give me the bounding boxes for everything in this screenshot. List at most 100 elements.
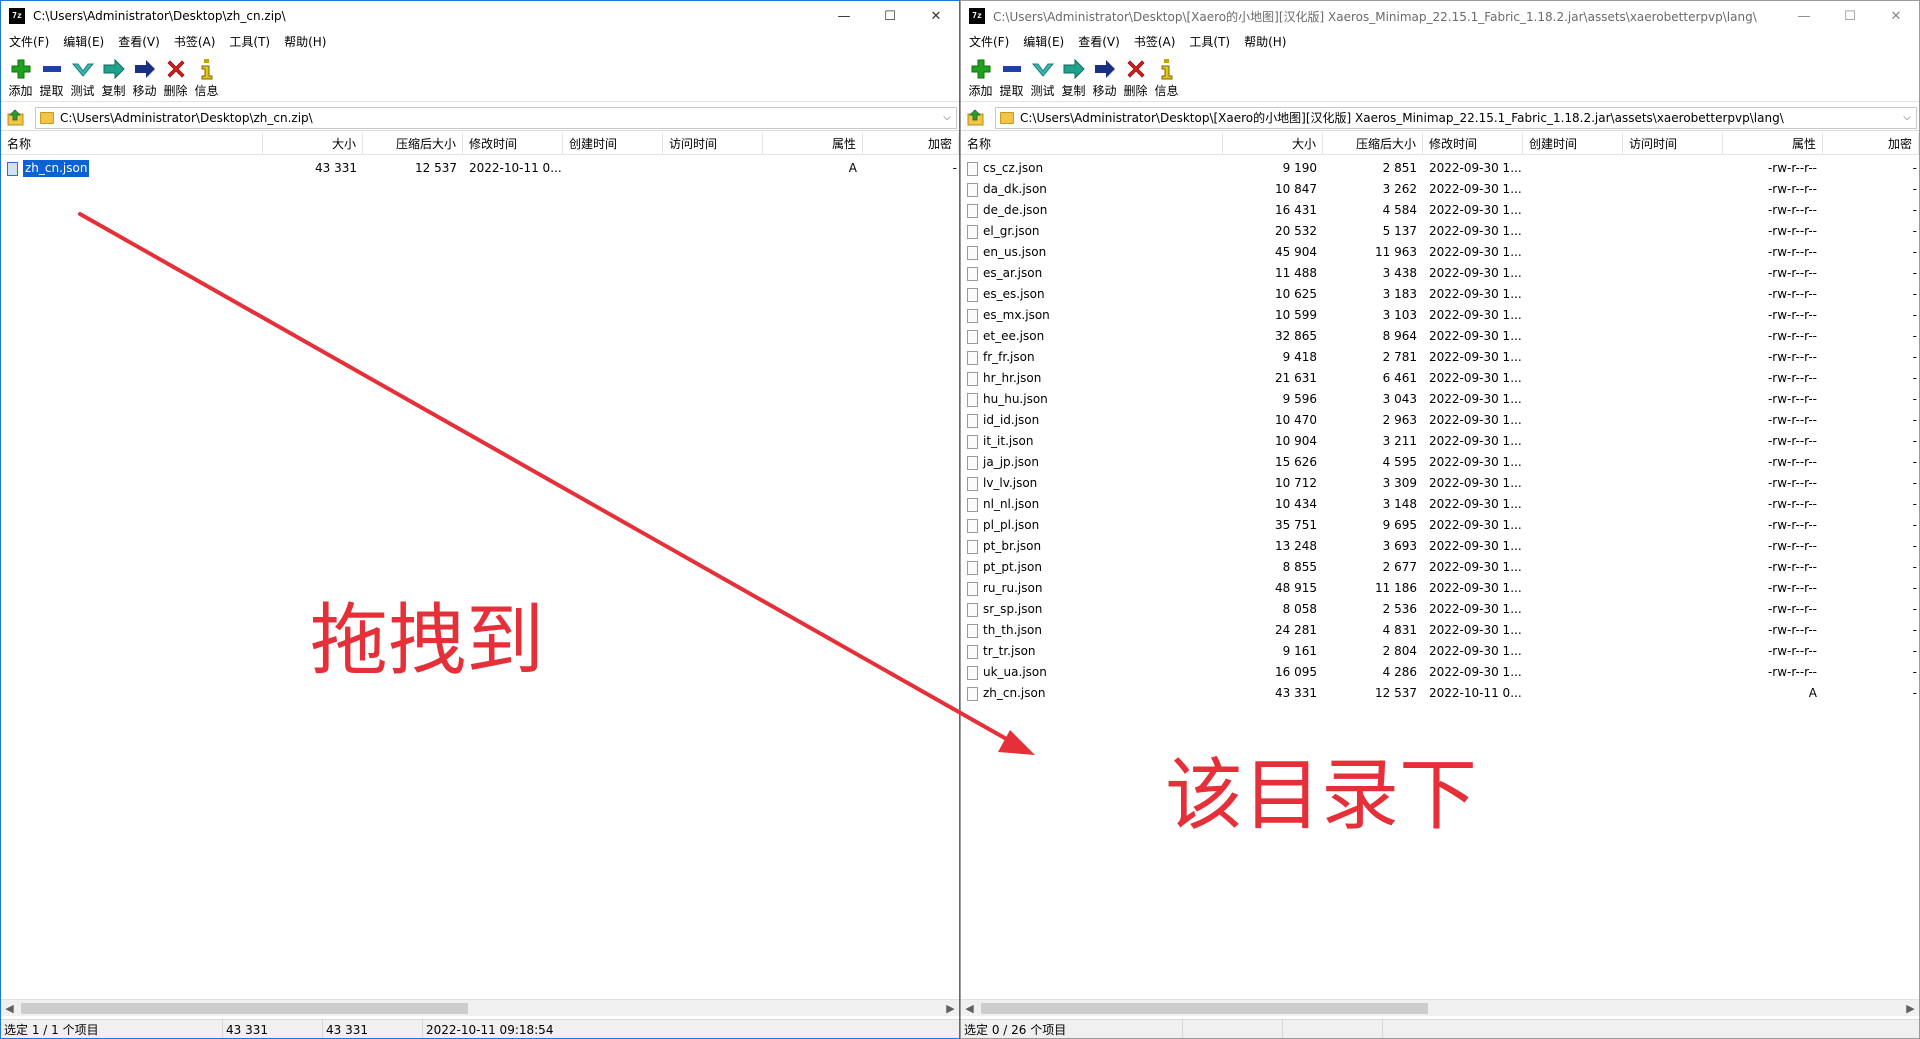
file-name-cell: cs_cz.json [967, 158, 1217, 179]
table-row[interactable]: zh_cn.json 43 331 12 537 2022-10-11 0... A - [961, 683, 1919, 704]
minimize-button[interactable]: — [1781, 1, 1827, 31]
minus-icon [42, 66, 61, 72]
table-row[interactable]: de_de.json 16 431 4 584 2022-09-30 1... -rw-… [961, 200, 1919, 221]
table-row[interactable]: it_it.json 10 904 3 211 2022-09-30 1... -rw-… [961, 431, 1919, 452]
col-accessed[interactable]: 访问时间 [663, 133, 763, 155]
menu-bookmarks[interactable]: 书签(A) [1127, 33, 1183, 50]
move-button[interactable]: 移动 [129, 52, 160, 100]
address-field[interactable]: C:\Users\Administrator\Desktop\[Xaero的小地… [995, 106, 1917, 129]
col-accessed[interactable]: 访问时间 [1623, 133, 1723, 155]
close-button[interactable]: ✕ [913, 1, 959, 31]
table-row[interactable]: nl_nl.json 10 434 3 148 2022-09-30 1... -rw-… [961, 494, 1919, 515]
archive-window-left: 7z C:\Users\Administrator\Desktop\zh_cn.… [0, 0, 960, 1039]
file-packed-size: 11 186 [1375, 581, 1417, 595]
table-row[interactable]: zh_cn.json 43 331 12 537 2022-10-11 0...… [1, 158, 959, 179]
menu-edit[interactable]: 编辑(E) [1016, 33, 1071, 50]
col-size[interactable]: 大小 [263, 133, 363, 155]
file-icon [967, 392, 978, 407]
table-row[interactable]: tr_tr.json 9 161 2 804 2022-09-30 1... -rw-r… [961, 641, 1919, 662]
col-encrypted[interactable]: 加密 [1823, 133, 1919, 155]
table-row[interactable]: hr_hr.json 21 631 6 461 2022-09-30 1... -rw-… [961, 368, 1919, 389]
table-row[interactable]: pt_br.json 13 248 3 693 2022-09-30 1... -rw-… [961, 536, 1919, 557]
copy-button[interactable]: 复制 [98, 52, 129, 100]
file-attributes: -rw-r--r-- [1767, 539, 1817, 553]
info-button[interactable]: 信息 [191, 52, 222, 100]
scroll-left-icon[interactable]: ◀ [1, 1000, 18, 1017]
menu-help[interactable]: 帮助(H) [1237, 33, 1293, 50]
extract-button[interactable]: 提取 [996, 52, 1027, 100]
title-bar[interactable]: 7z C:\Users\Administrator\Desktop\zh_cn.… [1, 1, 959, 31]
move-button[interactable]: 移动 [1089, 52, 1120, 100]
test-button[interactable]: 测试 [1027, 52, 1058, 100]
col-name[interactable]: 名称 [961, 133, 1223, 155]
table-row[interactable]: fr_fr.json 9 418 2 781 2022-09-30 1... -rw-r… [961, 347, 1919, 368]
col-modified[interactable]: 修改时间 [1423, 133, 1523, 155]
table-row[interactable]: da_dk.json 10 847 3 262 2022-09-30 1... -rw-… [961, 179, 1919, 200]
col-attributes[interactable]: 属性 [763, 133, 863, 155]
table-row[interactable]: uk_ua.json 16 095 4 286 2022-09-30 1... -rw-… [961, 662, 1919, 683]
col-created[interactable]: 创建时间 [1523, 133, 1623, 155]
minimize-button[interactable]: — [821, 1, 867, 31]
extract-button[interactable]: 提取 [36, 52, 67, 100]
menu-bookmarks[interactable]: 书签(A) [167, 33, 223, 50]
up-folder-button[interactable] [3, 106, 29, 130]
col-name[interactable]: 名称 [1, 133, 263, 155]
col-packed-size[interactable]: 压缩后大小 [1323, 133, 1423, 155]
col-created[interactable]: 创建时间 [563, 133, 663, 155]
up-folder-button[interactable] [963, 106, 989, 130]
menu-tools[interactable]: 工具(T) [222, 33, 277, 50]
title-bar[interactable]: 7z C:\Users\Administrator\Desktop\[Xaero… [961, 1, 1919, 31]
status-selection: 选定 1 / 1 个项目 [1, 1020, 223, 1038]
scroll-right-icon[interactable]: ▶ [942, 1000, 959, 1017]
menu-file[interactable]: 文件(F) [1, 33, 56, 50]
file-icon [967, 602, 978, 617]
horizontal-scrollbar[interactable]: ◀ ▶ [961, 999, 1919, 1016]
menu-help[interactable]: 帮助(H) [277, 33, 333, 50]
col-attributes[interactable]: 属性 [1723, 133, 1823, 155]
address-field[interactable]: C:\Users\Administrator\Desktop\zh_cn.zip… [35, 106, 957, 129]
col-size[interactable]: 大小 [1223, 133, 1323, 155]
scroll-thumb[interactable] [21, 1003, 468, 1014]
table-row[interactable]: el_gr.json 20 532 5 137 2022-09-30 1... -rw-… [961, 221, 1919, 242]
info-button[interactable]: 信息 [1151, 52, 1182, 100]
table-row[interactable]: hu_hu.json 9 596 3 043 2022-09-30 1... -rw-r… [961, 389, 1919, 410]
table-row[interactable]: sr_sp.json 8 058 2 536 2022-09-30 1... -rw-r… [961, 599, 1919, 620]
scroll-thumb[interactable] [981, 1003, 1428, 1014]
test-button[interactable]: 测试 [67, 52, 98, 100]
table-row[interactable]: lv_lv.json 10 712 3 309 2022-09-30 1... -rw-… [961, 473, 1919, 494]
menu-file[interactable]: 文件(F) [961, 33, 1016, 50]
col-packed-size[interactable]: 压缩后大小 [363, 133, 463, 155]
table-row[interactable]: id_id.json 10 470 2 963 2022-09-30 1... -rw-… [961, 410, 1919, 431]
table-row[interactable]: es_ar.json 11 488 3 438 2022-09-30 1... -rw-… [961, 263, 1919, 284]
file-encrypted: - [1912, 476, 1917, 490]
table-row[interactable]: es_mx.json 10 599 3 103 2022-09-30 1... -rw-… [961, 305, 1919, 326]
delete-button[interactable]: 删除 [1120, 52, 1151, 100]
col-modified[interactable]: 修改时间 [463, 133, 563, 155]
close-button[interactable]: ✕ [1873, 1, 1919, 31]
table-row[interactable]: th_th.json 24 281 4 831 2022-09-30 1... -rw-… [961, 620, 1919, 641]
add-button[interactable]: 添加 [5, 52, 36, 100]
table-row[interactable]: en_us.json 45 904 11 963 2022-09-30 1... -rw… [961, 242, 1919, 263]
delete-button[interactable]: 删除 [160, 52, 191, 100]
maximize-button[interactable]: ☐ [1827, 1, 1873, 31]
table-row[interactable]: ja_jp.json 15 626 4 595 2022-09-30 1... -rw-… [961, 452, 1919, 473]
menu-view[interactable]: 查看(V) [1071, 33, 1127, 50]
menu-view[interactable]: 查看(V) [111, 33, 167, 50]
menu-edit[interactable]: 编辑(E) [56, 33, 111, 50]
chevron-down-icon[interactable]: ⌵ [1900, 110, 1914, 126]
chevron-down-icon[interactable]: ⌵ [940, 110, 954, 126]
copy-button[interactable]: 复制 [1058, 52, 1089, 100]
horizontal-scrollbar[interactable]: ◀ ▶ [1, 999, 959, 1016]
menu-tools[interactable]: 工具(T) [1182, 33, 1237, 50]
table-row[interactable]: et_ee.json 32 865 8 964 2022-09-30 1... -rw-… [961, 326, 1919, 347]
table-row[interactable]: es_es.json 10 625 3 183 2022-09-30 1... -rw-… [961, 284, 1919, 305]
table-row[interactable]: cs_cz.json 9 190 2 851 2022-09-30 1... -rw-r… [961, 158, 1919, 179]
add-button[interactable]: 添加 [965, 52, 996, 100]
col-encrypted[interactable]: 加密 [863, 133, 959, 155]
table-row[interactable]: ru_ru.json 48 915 11 186 2022-09-30 1... -rw… [961, 578, 1919, 599]
table-row[interactable]: pt_pt.json 8 855 2 677 2022-09-30 1... -rw-r… [961, 557, 1919, 578]
table-row[interactable]: pl_pl.json 35 751 9 695 2022-09-30 1... -rw-… [961, 515, 1919, 536]
scroll-right-icon[interactable]: ▶ [1902, 1000, 1919, 1017]
scroll-left-icon[interactable]: ◀ [961, 1000, 978, 1017]
maximize-button[interactable]: ☐ [867, 1, 913, 31]
